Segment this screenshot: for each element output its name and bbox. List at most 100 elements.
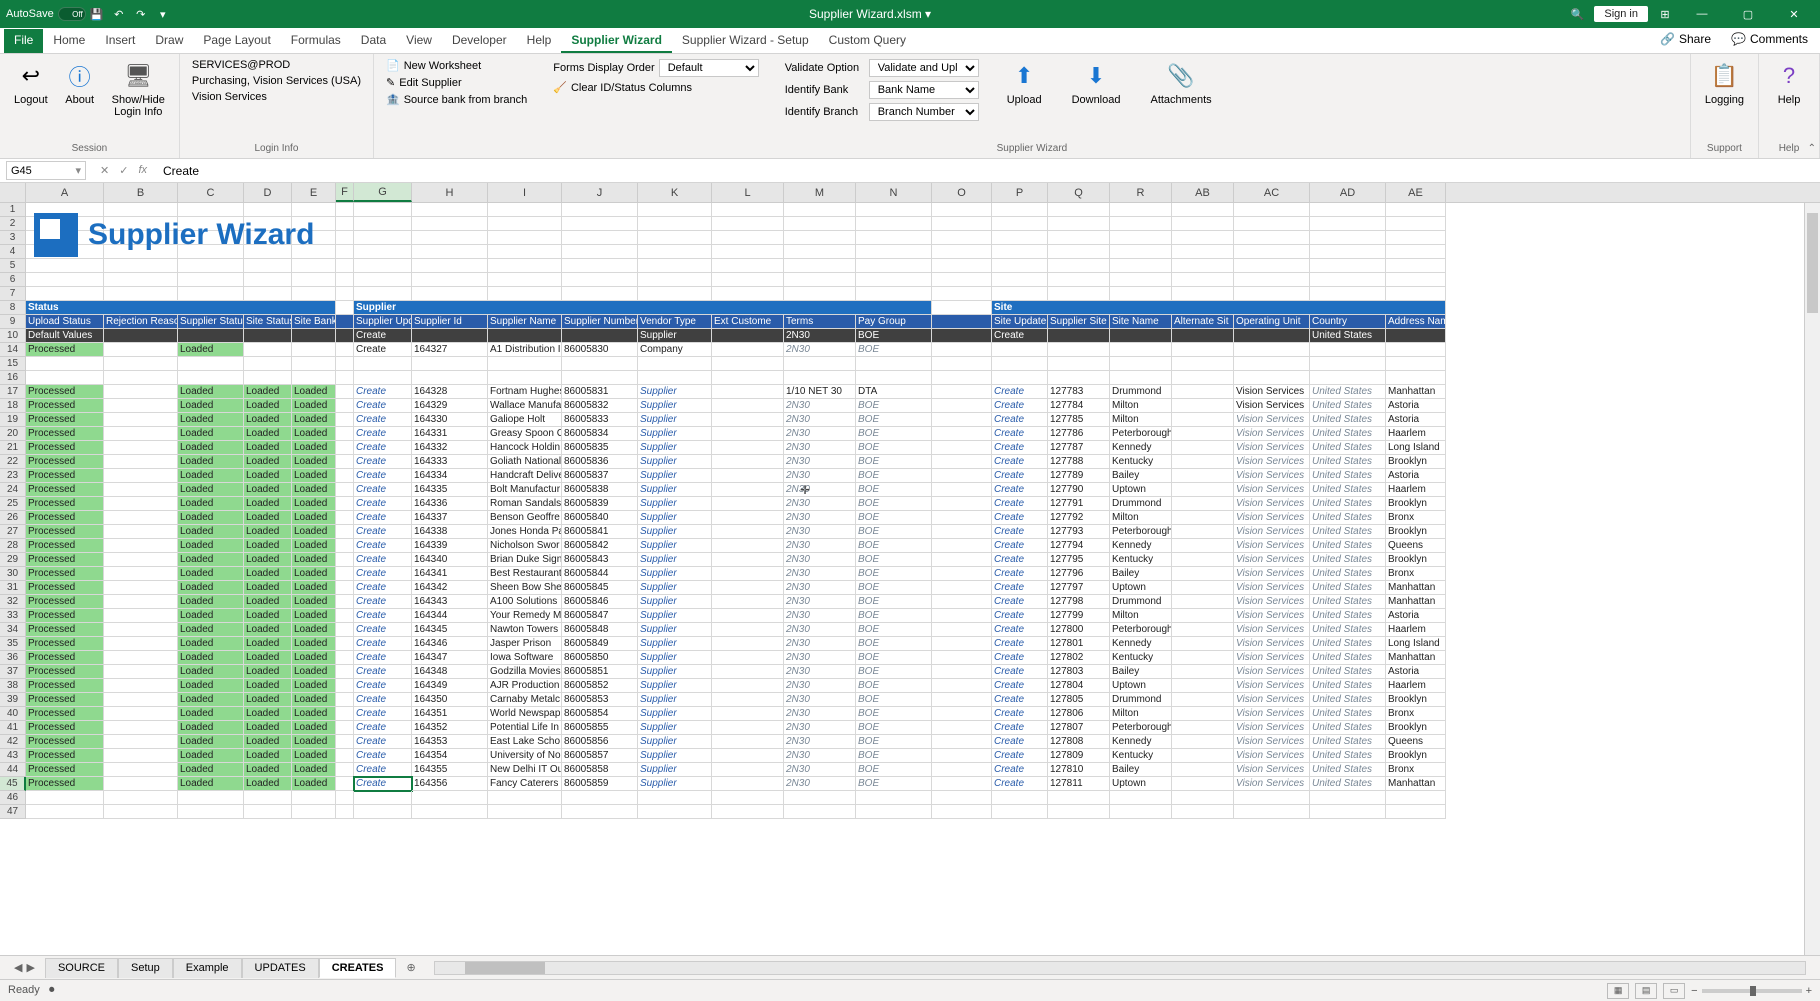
data-cell[interactable] xyxy=(1110,343,1172,357)
data-cell[interactable]: 127801 xyxy=(1048,637,1110,651)
data-cell[interactable]: 2N30 xyxy=(784,399,856,413)
data-cell[interactable]: Brooklyn xyxy=(1386,721,1446,735)
data-cell[interactable] xyxy=(336,511,354,525)
data-cell[interactable]: 86005842 xyxy=(562,539,638,553)
cell[interactable] xyxy=(712,287,784,301)
column-header[interactable]: I xyxy=(488,183,562,202)
data-cell[interactable]: Astoria xyxy=(1386,413,1446,427)
data-cell[interactable]: 86005831 xyxy=(562,385,638,399)
data-cell[interactable] xyxy=(712,525,784,539)
data-cell[interactable]: Processed xyxy=(26,595,104,609)
data-cell[interactable]: Create xyxy=(992,385,1048,399)
data-cell[interactable]: Loaded xyxy=(244,651,292,665)
cell[interactable] xyxy=(712,357,784,371)
cell[interactable] xyxy=(354,217,412,231)
cell[interactable] xyxy=(488,791,562,805)
field-header[interactable]: Site Name xyxy=(1110,315,1172,329)
forms-order-select[interactable]: Default xyxy=(659,59,759,77)
data-cell[interactable] xyxy=(1172,581,1234,595)
data-cell[interactable]: 164342 xyxy=(412,581,488,595)
sheet-tab-example[interactable]: Example xyxy=(173,958,242,978)
data-cell[interactable]: 86005846 xyxy=(562,595,638,609)
cell[interactable] xyxy=(856,287,932,301)
data-cell[interactable] xyxy=(336,455,354,469)
cell[interactable] xyxy=(488,217,562,231)
data-cell[interactable] xyxy=(712,455,784,469)
data-cell[interactable]: Loaded xyxy=(292,609,336,623)
data-cell[interactable]: Uptown xyxy=(1110,581,1172,595)
data-cell[interactable]: Loaded xyxy=(244,483,292,497)
row-header[interactable]: 5 xyxy=(0,259,26,273)
cell[interactable] xyxy=(932,791,992,805)
cell[interactable] xyxy=(178,357,244,371)
data-cell[interactable] xyxy=(336,469,354,483)
cell[interactable] xyxy=(932,371,992,385)
data-cell[interactable]: Kentucky xyxy=(1110,651,1172,665)
cell[interactable] xyxy=(992,287,1048,301)
data-cell[interactable]: Peterborough xyxy=(1110,427,1172,441)
data-cell[interactable]: 164349 xyxy=(412,679,488,693)
cell[interactable] xyxy=(1234,287,1310,301)
data-cell[interactable]: Create xyxy=(992,595,1048,609)
data-cell[interactable]: United States xyxy=(1310,511,1386,525)
field-header[interactable]: Site Status xyxy=(244,315,292,329)
cell[interactable] xyxy=(336,231,354,245)
data-cell[interactable] xyxy=(932,469,992,483)
cell[interactable] xyxy=(1310,245,1386,259)
data-cell[interactable]: Create xyxy=(354,567,412,581)
cell[interactable] xyxy=(932,259,992,273)
data-cell[interactable]: Supplier xyxy=(638,553,712,567)
data-cell[interactable]: Supplier xyxy=(638,637,712,651)
field-header[interactable]: Supplier Update F xyxy=(354,315,412,329)
data-cell[interactable]: 86005849 xyxy=(562,637,638,651)
data-cell[interactable]: Create xyxy=(354,427,412,441)
data-cell[interactable]: Astoria xyxy=(1386,399,1446,413)
data-cell[interactable] xyxy=(712,721,784,735)
cell[interactable] xyxy=(932,203,992,217)
cell[interactable] xyxy=(1110,273,1172,287)
cell[interactable] xyxy=(354,287,412,301)
column-header[interactable]: P xyxy=(992,183,1048,202)
comments-button[interactable]: 💬 Comments xyxy=(1725,30,1814,48)
data-cell[interactable] xyxy=(712,399,784,413)
default-value-cell[interactable]: BOE xyxy=(856,329,932,343)
cell[interactable] xyxy=(1048,217,1110,231)
data-cell[interactable]: 127789 xyxy=(1048,469,1110,483)
data-cell[interactable]: Kennedy xyxy=(1110,441,1172,455)
data-cell[interactable]: Loaded xyxy=(244,385,292,399)
cell[interactable] xyxy=(1386,203,1446,217)
sheet-tab-updates[interactable]: UPDATES xyxy=(242,958,319,978)
data-cell[interactable]: Create xyxy=(992,441,1048,455)
data-cell[interactable]: Loaded xyxy=(244,749,292,763)
data-cell[interactable]: Long Island xyxy=(1386,637,1446,651)
data-cell[interactable]: 2N30 xyxy=(784,623,856,637)
data-cell[interactable]: United States xyxy=(1310,623,1386,637)
data-cell[interactable] xyxy=(104,455,178,469)
cell[interactable] xyxy=(784,245,856,259)
data-cell[interactable]: 164332 xyxy=(412,441,488,455)
page-break-button[interactable]: ▭ xyxy=(1663,983,1685,999)
data-cell[interactable]: 127784 xyxy=(1048,399,1110,413)
data-cell[interactable]: Milton xyxy=(1110,399,1172,413)
data-cell[interactable]: Loaded xyxy=(178,721,244,735)
data-cell[interactable]: Create xyxy=(354,511,412,525)
data-cell[interactable]: 86005843 xyxy=(562,553,638,567)
field-header[interactable]: Alternate Sit xyxy=(1172,315,1234,329)
data-cell[interactable]: Create xyxy=(354,651,412,665)
data-cell[interactable]: United States xyxy=(1310,455,1386,469)
data-cell[interactable]: Processed xyxy=(26,427,104,441)
data-cell[interactable] xyxy=(712,651,784,665)
data-cell[interactable]: 164330 xyxy=(412,413,488,427)
ribbon-tab-home[interactable]: Home xyxy=(43,29,95,53)
data-cell[interactable]: Drummond xyxy=(1110,693,1172,707)
data-cell[interactable]: Create xyxy=(354,777,412,791)
data-cell[interactable]: 127811 xyxy=(1048,777,1110,791)
data-cell[interactable]: Long Island xyxy=(1386,441,1446,455)
data-cell[interactable] xyxy=(104,483,178,497)
signin-button[interactable]: Sign in xyxy=(1594,6,1648,22)
logout-button[interactable]: ↩Logout xyxy=(8,58,54,108)
data-cell[interactable]: 86005830 xyxy=(562,343,638,357)
data-cell[interactable]: Processed xyxy=(26,413,104,427)
cell[interactable] xyxy=(1110,203,1172,217)
data-cell[interactable]: United States xyxy=(1310,399,1386,413)
